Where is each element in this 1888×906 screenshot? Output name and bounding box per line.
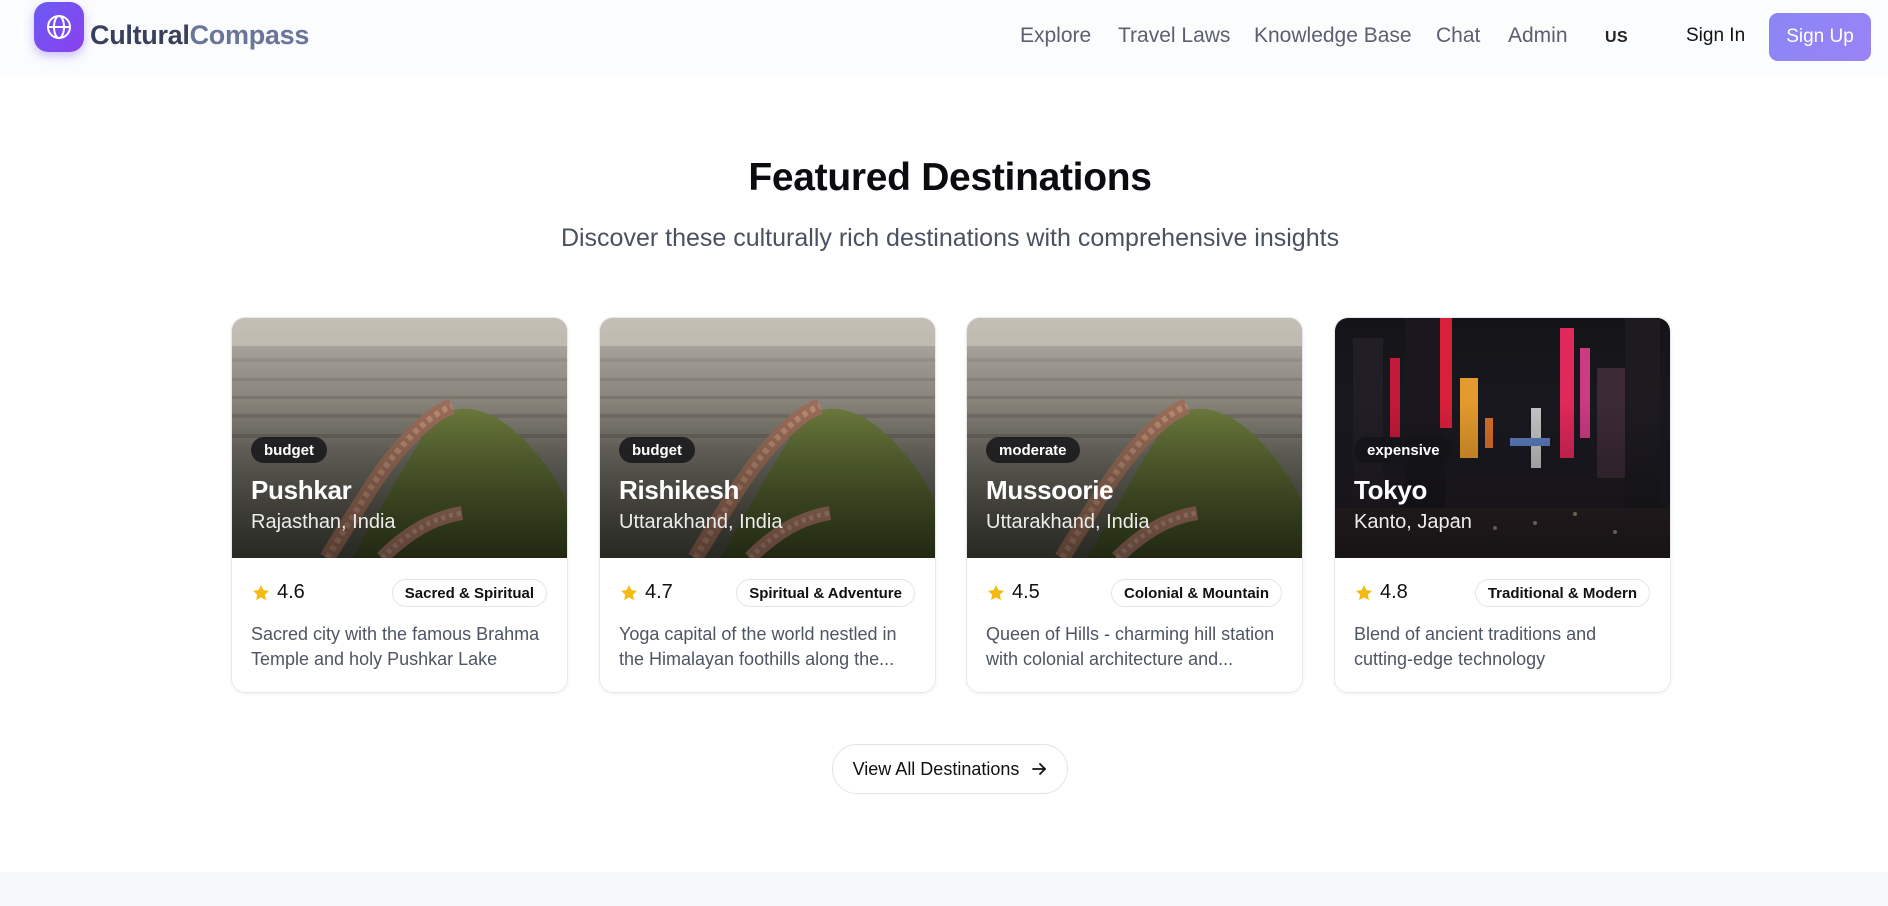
star-icon xyxy=(1354,583,1374,603)
destination-name: Rishikesh xyxy=(619,475,740,505)
price-badge: moderate xyxy=(986,437,1080,463)
view-all-label: View All Destinations xyxy=(852,758,1020,779)
brand-name[interactable]: CulturalCompass xyxy=(90,20,309,51)
nav-admin[interactable]: Admin xyxy=(1508,24,1568,48)
destination-name: Tokyo xyxy=(1354,475,1428,505)
destination-card-rishikesh[interactable]: budget Rishikesh Uttarakhand, India 4.7 … xyxy=(599,317,936,693)
destination-description: Queen of Hills - charming hill station w… xyxy=(986,624,1275,669)
star-icon xyxy=(251,583,271,603)
footer-section xyxy=(0,872,1888,906)
star-icon xyxy=(619,583,639,603)
arrow-right-icon xyxy=(1032,763,1047,775)
destination-region: Uttarakhand, India xyxy=(986,511,1150,533)
brand-part-1: Cultural xyxy=(90,20,190,50)
destination-image: budget Pushkar Rajasthan, India xyxy=(232,318,567,558)
category-tag: Spiritual & Adventure xyxy=(736,579,915,607)
destination-image: expensive Tokyo Kanto, Japan xyxy=(1335,318,1670,558)
price-badge: budget xyxy=(251,437,327,463)
globe-logo-icon[interactable] xyxy=(34,2,84,52)
section-subtitle: Discover these culturally rich destinati… xyxy=(560,224,1340,252)
rating: 4.8 xyxy=(1354,581,1408,604)
top-nav-bar: CulturalCompass Explore Travel Laws Know… xyxy=(0,0,1888,76)
nav-explore[interactable]: Explore xyxy=(1020,24,1091,48)
rating-value: 4.6 xyxy=(277,581,305,603)
destination-description: Yoga capital of the world nestled in the… xyxy=(619,624,897,669)
destination-description: Blend of ancient traditions and cutting-… xyxy=(1354,624,1597,669)
category-tag: Colonial & Mountain xyxy=(1111,579,1282,607)
destination-card-pushkar[interactable]: budget Pushkar Rajasthan, India 4.6 Sacr… xyxy=(231,317,568,693)
sign-up-button[interactable]: Sign Up xyxy=(1769,13,1871,61)
destination-card-mussoorie[interactable]: moderate Mussoorie Uttarakhand, India 4.… xyxy=(966,317,1303,693)
rating: 4.7 xyxy=(619,581,673,604)
destination-name: Pushkar xyxy=(251,475,352,505)
rating-value: 4.7 xyxy=(645,581,673,603)
star-icon xyxy=(986,583,1006,603)
category-tag: Sacred & Spiritual xyxy=(391,579,547,607)
destination-description: Sacred city with the famous Brahma Templ… xyxy=(251,624,540,669)
locale-selector[interactable]: US xyxy=(1605,29,1628,47)
price-badge: budget xyxy=(619,437,695,463)
category-tag: Traditional & Modern xyxy=(1474,579,1650,607)
rating: 4.5 xyxy=(986,581,1040,604)
sign-in-button[interactable]: Sign In xyxy=(1686,25,1745,47)
brand-part-2: Compass xyxy=(189,20,310,50)
destination-name: Mussoorie xyxy=(986,475,1114,505)
rating-value: 4.5 xyxy=(1012,581,1040,603)
price-badge: expensive xyxy=(1354,437,1453,463)
nav-travel-laws[interactable]: Travel Laws xyxy=(1118,24,1230,48)
destination-image: budget Rishikesh Uttarakhand, India xyxy=(600,318,935,558)
destination-region: Kanto, Japan xyxy=(1354,511,1472,533)
destination-card-tokyo[interactable]: expensive Tokyo Kanto, Japan 4.8 Traditi… xyxy=(1334,317,1671,693)
destination-image: moderate Mussoorie Uttarakhand, India xyxy=(967,318,1302,558)
nav-chat[interactable]: Chat xyxy=(1436,24,1480,48)
rating: 4.6 xyxy=(251,581,305,604)
section-title: Featured Destinations xyxy=(748,156,1152,199)
view-all-destinations-button[interactable]: View All Destinations xyxy=(832,744,1068,794)
destination-region: Rajasthan, India xyxy=(251,511,396,533)
nav-knowledge-base[interactable]: Knowledge Base xyxy=(1254,24,1412,48)
destination-region: Uttarakhand, India xyxy=(619,511,783,533)
rating-value: 4.8 xyxy=(1380,581,1408,603)
